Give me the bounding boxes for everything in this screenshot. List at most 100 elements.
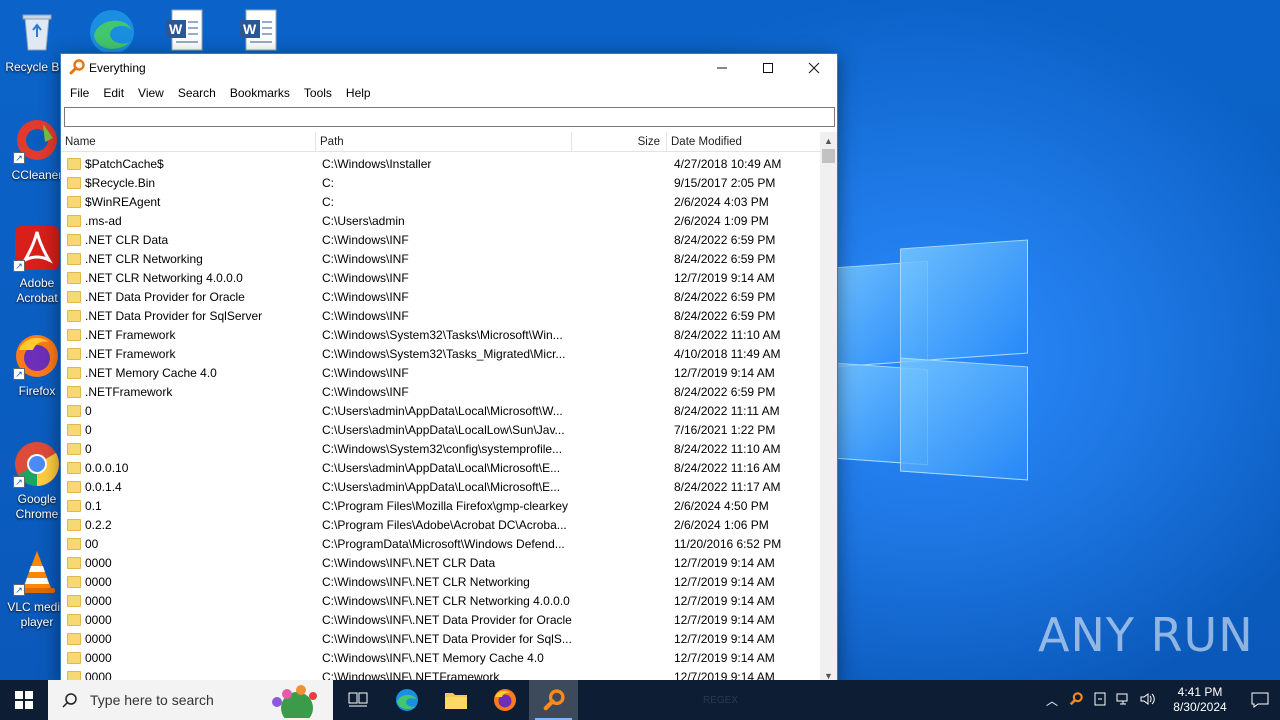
result-name-cell: 0000 bbox=[61, 632, 316, 646]
maximize-icon bbox=[763, 63, 773, 73]
result-row[interactable]: .NET CLR Data C:\Windows\INF 8/24/2022 6:5… bbox=[61, 230, 821, 249]
desktop-icon-word-document[interactable]: W bbox=[238, 8, 278, 52]
minimize-button[interactable] bbox=[699, 54, 745, 82]
result-date-modified: 4/10/2018 11:49 AM bbox=[674, 346, 781, 361]
title-bar[interactable]: Everything bbox=[61, 54, 837, 82]
result-row[interactable]: 0 C:\Windows\System32\config\systemprofil… bbox=[61, 439, 821, 458]
folder-icon bbox=[67, 157, 81, 170]
result-row[interactable]: .NET Framework C:\Windows\System32\Tasks\… bbox=[61, 325, 821, 344]
regex-status: REGEX bbox=[702, 694, 738, 706]
everything-magnifier-icon bbox=[543, 689, 565, 711]
result-date-modified: 12/7/2019 9:14 AM bbox=[674, 574, 775, 589]
folder-icon bbox=[67, 632, 81, 645]
result-row[interactable]: 0000 C:\Windows\INF\.NET Data Provider fo… bbox=[61, 629, 821, 648]
taskbar-clock[interactable]: 4:41 PM 8/30/2024 bbox=[1160, 685, 1240, 715]
taskbar-task-view[interactable] bbox=[333, 680, 382, 720]
maximize-button[interactable] bbox=[745, 54, 791, 82]
result-name: 0000 bbox=[85, 555, 112, 570]
result-row[interactable]: 0000 C:\Windows\INF\.NET CLR Networking 4… bbox=[61, 591, 821, 610]
result-path: C:\Windows\INF\.NET Memory Cache 4.0 bbox=[322, 650, 544, 665]
result-date-modified: 12/7/2019 9:14 AM bbox=[674, 555, 775, 570]
menu-file[interactable]: File bbox=[63, 86, 96, 100]
tray-network-icon[interactable] bbox=[1112, 692, 1136, 709]
search-input[interactable] bbox=[64, 107, 835, 127]
column-header-name[interactable]: Name bbox=[61, 132, 316, 152]
result-row[interactable]: $Recycle.Bin C: 9/15/2017 2:05 PM bbox=[61, 173, 821, 192]
result-path: C:\Windows\System32\config\systemprofile… bbox=[322, 441, 563, 456]
everything-window[interactable]: Everything File Edit View Search Bookmar… bbox=[60, 53, 838, 683]
result-path: C:\ProgramData\Microsoft\Windows Defend.… bbox=[322, 536, 565, 551]
result-row[interactable]: 0.1 C:\Program Files\Mozilla Firefox\gmp-… bbox=[61, 496, 821, 515]
result-name: 0 bbox=[85, 441, 92, 456]
result-row[interactable]: .NET Data Provider for Oracle C:\Windows\… bbox=[61, 287, 821, 306]
folder-icon bbox=[67, 442, 81, 455]
result-name-cell: .NETFramework bbox=[61, 385, 316, 399]
tray-chevron-up-icon[interactable]: ︿ bbox=[1040, 692, 1064, 709]
result-row[interactable]: 0.0.0.10 C:\Users\admin\AppData\Local\Mic… bbox=[61, 458, 821, 477]
result-row[interactable]: 0000 C:\Windows\INF\.NET CLR Networking 12… bbox=[61, 572, 821, 591]
result-name: .NET Framework bbox=[85, 327, 176, 342]
result-date-modified: 7/16/2021 1:22 PM bbox=[674, 422, 776, 437]
result-row[interactable]: .NET CLR Networking 4.0.0.0 C:\Windows\IN… bbox=[61, 268, 821, 287]
result-row[interactable]: .NET Memory Cache 4.0 C:\Windows\INF 12/7/… bbox=[61, 363, 821, 382]
result-name: 0.0.1.4 bbox=[85, 479, 122, 494]
scroll-up-icon[interactable]: ▲ bbox=[820, 132, 837, 149]
result-row[interactable]: 0000 C:\Windows\INF\.NET Data Provider fo… bbox=[61, 610, 821, 629]
vertical-scrollbar[interactable]: ▲ ▼ bbox=[820, 132, 837, 682]
vlc-cone-icon: ↗ bbox=[13, 548, 61, 596]
tray-device-icon[interactable] bbox=[1088, 692, 1112, 709]
result-name: 0000 bbox=[85, 631, 112, 646]
tray-volume-icon[interactable] bbox=[1136, 692, 1160, 709]
result-name: 0000 bbox=[85, 593, 112, 608]
start-button[interactable] bbox=[0, 680, 48, 720]
taskbar-edge[interactable] bbox=[382, 680, 431, 720]
result-row[interactable]: 0.2.2 C:\Program Files\Adobe\Acrobat DC\A… bbox=[61, 515, 821, 534]
menu-help[interactable]: Help bbox=[339, 86, 378, 100]
result-row[interactable]: .NETFramework C:\Windows\INF 8/24/2022 6:5… bbox=[61, 382, 821, 401]
result-row[interactable]: 0.0.1.4 C:\Users\admin\AppData\Local\Micr… bbox=[61, 477, 821, 496]
result-row[interactable]: 0 C:\Users\admin\AppData\Local\Microsoft\… bbox=[61, 401, 821, 420]
close-button[interactable] bbox=[791, 54, 837, 82]
taskbar-file-explorer[interactable] bbox=[431, 680, 480, 720]
folder-icon bbox=[67, 176, 81, 189]
result-date-modified: 2/6/2024 1:06 PM bbox=[674, 517, 769, 532]
taskbar-everything[interactable] bbox=[529, 680, 578, 720]
result-row[interactable]: .ms-ad C:\Users\admin 2/6/2024 1:09 PM bbox=[61, 211, 821, 230]
desktop-icon-word-document[interactable]: W bbox=[164, 8, 204, 52]
column-header-path[interactable]: Path bbox=[316, 132, 572, 152]
result-date-modified: 8/24/2022 6:59 PM bbox=[674, 384, 776, 399]
menu-tools[interactable]: Tools bbox=[297, 86, 339, 100]
result-row[interactable]: 0000 C:\Windows\INF\.NET CLR Data 12/7/201… bbox=[61, 553, 821, 572]
tray-everything-icon[interactable] bbox=[1064, 691, 1088, 709]
result-row[interactable]: 00 C:\ProgramData\Microsoft\Windows Defen… bbox=[61, 534, 821, 553]
column-header-date-modified[interactable]: Date Modified bbox=[667, 132, 821, 152]
result-row[interactable]: 0000 C:\Windows\INF\.NET Memory Cache 4.0… bbox=[61, 648, 821, 667]
device-icon bbox=[1094, 692, 1106, 705]
result-row[interactable]: .NET Framework C:\Windows\System32\Tasks_… bbox=[61, 344, 821, 363]
window-title: Everything bbox=[89, 61, 146, 75]
result-row[interactable]: .NET CLR Networking C:\Windows\INF 8/24/20… bbox=[61, 249, 821, 268]
result-name: $Recycle.Bin bbox=[85, 175, 156, 190]
result-name: 0 bbox=[85, 422, 92, 437]
taskbar-search-box[interactable]: Type here to search bbox=[48, 680, 333, 720]
result-path: C:\Users\admin\AppData\Local\Microsoft\E… bbox=[322, 479, 561, 494]
menu-edit[interactable]: Edit bbox=[96, 86, 131, 100]
result-path: C:\Windows\Installer bbox=[322, 156, 432, 171]
menu-search[interactable]: Search bbox=[171, 86, 223, 100]
result-name-cell: 0000 bbox=[61, 575, 316, 589]
result-row[interactable]: $PatchCache$ C:\Windows\Installer 4/27/201… bbox=[61, 154, 821, 173]
result-date-modified: 8/24/2022 11:10 AM bbox=[674, 441, 781, 456]
menu-bookmarks[interactable]: Bookmarks bbox=[223, 86, 297, 100]
column-header-size[interactable]: Size bbox=[572, 132, 667, 152]
notification-center-button[interactable] bbox=[1240, 680, 1280, 720]
result-row[interactable]: 0 C:\Users\admin\AppData\LocalLow\Sun\Jav… bbox=[61, 420, 821, 439]
edge-icon bbox=[90, 10, 134, 54]
scrollbar-thumb[interactable] bbox=[822, 149, 835, 163]
result-row[interactable]: .NET Data Provider for SqlServer C:\Windo… bbox=[61, 306, 821, 325]
taskbar-search-placeholder: Type here to search bbox=[90, 692, 214, 708]
desktop-icon-edge[interactable] bbox=[88, 6, 136, 54]
taskbar-firefox[interactable] bbox=[480, 680, 529, 720]
menu-view[interactable]: View bbox=[131, 86, 171, 100]
result-row[interactable]: $WinREAgent C: 2/6/2024 4:03 PM bbox=[61, 192, 821, 211]
result-date-modified: 8/24/2022 6:59 PM bbox=[674, 289, 776, 304]
